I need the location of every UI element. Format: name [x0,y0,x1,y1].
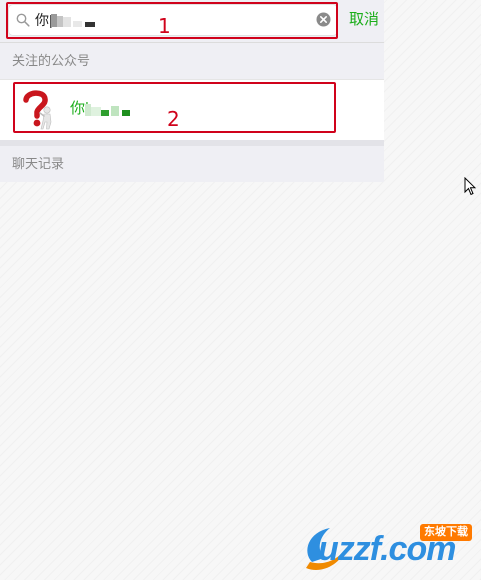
watermark-badge: 东坡下载 [420,524,472,541]
mouse-pointer-icon [464,177,476,196]
cancel-button[interactable]: 取消 [349,10,379,30]
section-label-official-accounts: 关注的公众号 [12,53,91,68]
annotation-label-1: 1 [158,14,171,38]
section-label-chat-history: 聊天记录 [12,156,65,171]
chat-history-header: 聊天记录 [0,146,384,182]
official-accounts-header: 关注的公众号 [0,43,384,79]
annotation-label-2: 2 [167,107,180,131]
annotation-box-1 [6,2,338,39]
site-watermark-logo: uzzf.com 东坡下载 [300,518,478,578]
